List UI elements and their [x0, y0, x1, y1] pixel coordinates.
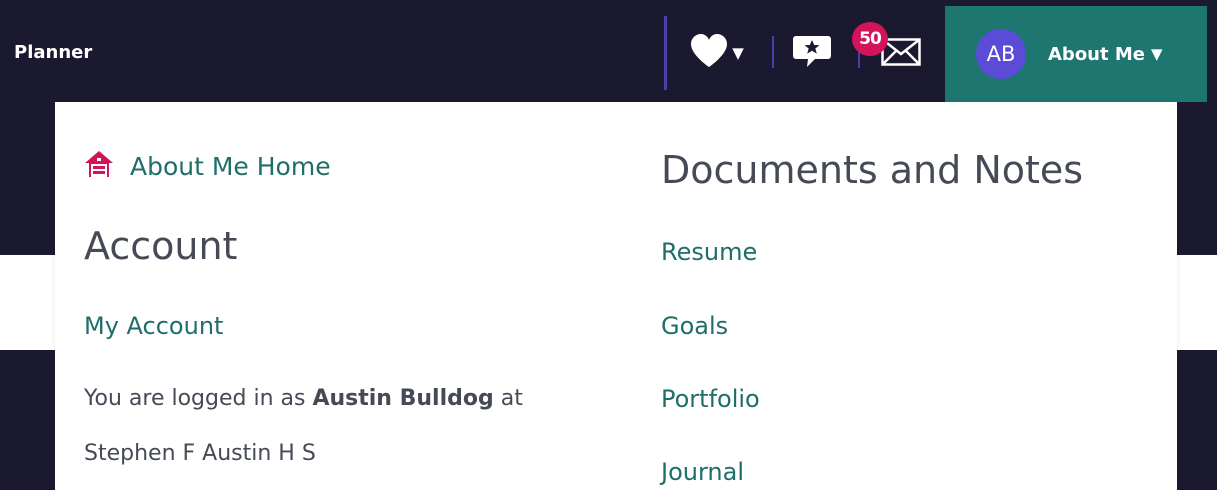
chevron-down-icon: ▼: [732, 44, 744, 62]
about-me-home-link[interactable]: About Me Home: [84, 150, 331, 182]
heart-icon: [690, 34, 728, 72]
top-navigation-bar: Planner ▼ 50 AB About Me ▼: [0, 0, 1217, 102]
user-name: Austin Bulldog: [312, 386, 494, 411]
about-me-home-label: About Me Home: [130, 151, 331, 181]
nav-divider: [772, 36, 774, 68]
avatar: AB: [976, 29, 1026, 79]
login-prefix: You are logged in as: [84, 386, 313, 411]
login-mid: at: [493, 386, 523, 411]
brand-planner[interactable]: Planner: [14, 42, 92, 63]
portfolio-link[interactable]: Portfolio: [661, 385, 760, 413]
unread-messages-badge: 50: [852, 22, 888, 56]
resume-link[interactable]: Resume: [661, 238, 757, 266]
about-me-label: About Me: [1048, 43, 1145, 65]
school-name: Stephen F Austin H S: [84, 441, 316, 466]
home-icon: [84, 150, 114, 182]
feedback-button[interactable]: [790, 35, 834, 71]
goals-link[interactable]: Goals: [661, 312, 728, 340]
chevron-down-icon: ▼: [1151, 45, 1163, 63]
documents-and-notes-heading: Documents and Notes: [661, 148, 1084, 192]
my-account-link[interactable]: My Account: [84, 312, 223, 340]
chat-star-icon: [793, 34, 831, 72]
journal-link[interactable]: Journal: [661, 458, 744, 486]
nav-divider: [664, 16, 667, 90]
account-heading: Account: [84, 224, 238, 268]
favorites-menu-button[interactable]: ▼: [686, 33, 748, 73]
login-status-text: You are logged in as Austin Bulldog at: [84, 386, 523, 411]
about-me-menu-button[interactable]: AB About Me ▼: [945, 6, 1207, 102]
